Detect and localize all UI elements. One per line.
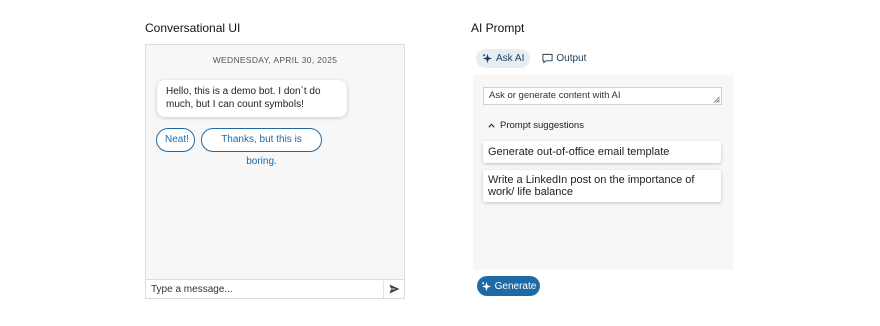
- tab-ask-ai[interactable]: Ask AI: [476, 49, 531, 68]
- conversational-ui-title: Conversational UI: [145, 21, 241, 35]
- prompt-suggestion-text: Write a LinkedIn post on the importance …: [488, 174, 695, 198]
- bot-message-bubble: Hello, this is a demo bot. I don`t do mu…: [157, 80, 347, 117]
- comment-icon: [542, 53, 553, 64]
- resize-grip-icon[interactable]: [713, 96, 720, 103]
- prompt-suggestions-toggle[interactable]: Prompt suggestions: [488, 120, 584, 131]
- send-button[interactable]: [383, 280, 404, 298]
- chat-input-bar: [146, 279, 404, 298]
- ai-prompt-title: AI Prompt: [471, 21, 525, 35]
- prompt-textarea[interactable]: [483, 87, 722, 105]
- prompt-suggestion-item[interactable]: Write a LinkedIn post on the importance …: [483, 170, 721, 202]
- suggested-action-neat[interactable]: Neat!: [156, 128, 195, 152]
- message-input[interactable]: [146, 281, 383, 297]
- tab-output[interactable]: Output: [536, 49, 592, 68]
- chevron-up-icon: [488, 123, 495, 128]
- prompt-panel: Prompt suggestions Generate out-of-offic…: [473, 75, 733, 270]
- prompt-suggestion-item[interactable]: Generate out-of-office email template: [483, 141, 721, 163]
- prompt-tabs: Ask AI Output: [476, 49, 592, 68]
- sparkle-icon: [481, 280, 491, 291]
- sparkle-icon: [482, 53, 493, 64]
- chat-panel: WEDNESDAY, APRIL 30, 2025 Hello, this is…: [145, 44, 405, 299]
- prompt-suggestion-text: Generate out-of-office email template: [488, 146, 670, 158]
- suggested-action-boring[interactable]: Thanks, but this is boring.: [201, 128, 322, 167]
- bot-message-text: Hello, this is a demo bot. I don`t do mu…: [166, 86, 321, 110]
- tab-output-label: Output: [556, 53, 587, 64]
- tab-ask-ai-label: Ask AI: [496, 53, 525, 64]
- generate-button[interactable]: Generate: [477, 276, 540, 296]
- prompt-suggestions-label: Prompt suggestions: [500, 120, 584, 131]
- send-icon: [389, 284, 399, 294]
- generate-button-label: Generate: [494, 280, 537, 292]
- chat-date-separator: WEDNESDAY, APRIL 30, 2025: [212, 55, 338, 65]
